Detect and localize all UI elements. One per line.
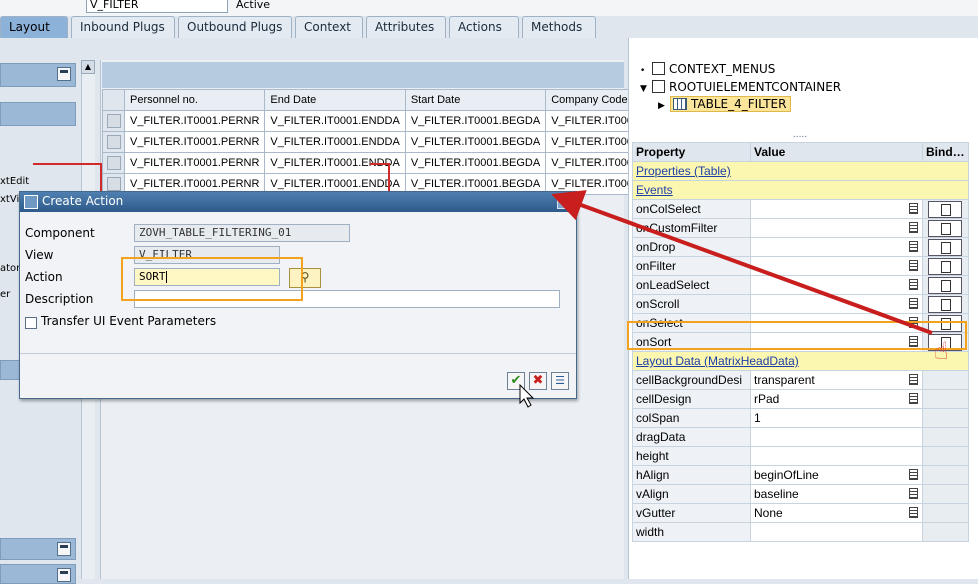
mouse-pointer-icon [519, 384, 535, 408]
annotation-arrow [551, 190, 933, 335]
hand-cursor-icon: ☝ [934, 337, 949, 365]
